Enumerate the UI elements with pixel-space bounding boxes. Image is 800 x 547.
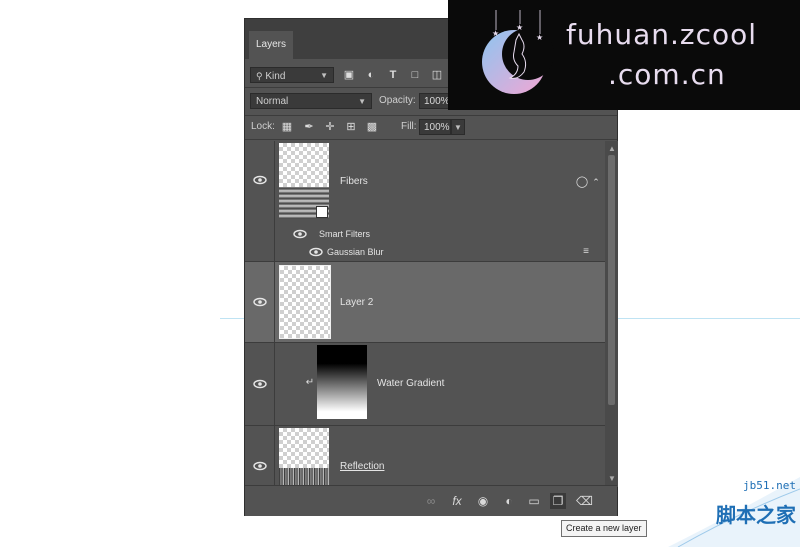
visibility-column [245, 141, 275, 225]
layer-row-layer-2[interactable]: Layer 2 [245, 262, 605, 342]
divider [245, 139, 617, 140]
blend-mode-dropdown[interactable]: Normal ▼ [250, 93, 372, 109]
layer-name: Layer 2 [340, 297, 374, 308]
layer-thumbnail [279, 428, 329, 487]
eye-icon[interactable] [253, 379, 267, 389]
clipping-mask-arrow-icon: ↵ [305, 377, 315, 388]
adjustment-layer-icon[interactable]: ◐ [501, 493, 517, 509]
link-layers-icon[interactable]: ∞ [423, 493, 439, 509]
opacity-field[interactable]: 100% [419, 93, 450, 109]
new-layer-icon[interactable]: ❐ [550, 493, 566, 509]
filter-row-gaussian-blur[interactable]: Gaussian Blur ≡ [245, 243, 605, 261]
lock-artboard-icon[interactable]: ⊞ [344, 119, 358, 135]
layers-list: Fibers ◯ ⌃ Smart Filters Gaussian Blur ≡… [245, 141, 605, 487]
visibility-column [245, 243, 275, 261]
watermark-banner: ★ ★ ★ fuhuan.zcool .com.cn [448, 0, 800, 110]
layer-thumbnail [279, 143, 329, 219]
layer-name: Reflection [340, 461, 385, 472]
eye-icon[interactable] [253, 297, 267, 307]
visibility-column [245, 426, 275, 487]
eye-icon[interactable] [293, 229, 307, 239]
chevron-down-icon: ▼ [358, 97, 366, 106]
fill-label: Fill: [401, 121, 417, 132]
tab-layers[interactable]: Layers [249, 31, 293, 59]
filter-kind-label: Kind [265, 71, 286, 82]
tooltip: Create a new layer [561, 520, 647, 537]
panel-bottom-bar: ∞ fx ◉ ◐ ▭ ❐ ⌫ [245, 485, 617, 516]
visibility-column [245, 343, 275, 425]
layers-scrollbar[interactable]: ▲ ▼ [605, 141, 618, 487]
eye-icon[interactable] [253, 461, 267, 471]
smart-object-badge-icon [316, 206, 328, 218]
smart-filters-row[interactable]: Smart Filters [245, 225, 605, 243]
svg-text:★: ★ [516, 23, 523, 32]
fill-dropdown-button[interactable]: ▼ [451, 119, 465, 135]
image-filter-icon[interactable]: ▣ [342, 67, 356, 83]
filter-kind-dropdown[interactable]: ⚲ Kind ▼ [250, 67, 334, 83]
watermark-line-1: fuhuan.zcool [566, 18, 758, 51]
filter-blending-options-icon[interactable]: ≡ [579, 244, 593, 260]
chevron-down-icon: ▼ [454, 123, 462, 132]
search-icon: ⚲ [256, 71, 263, 81]
shape-filter-icon[interactable]: □ [408, 67, 422, 83]
layer-mask-icon[interactable]: ◉ [475, 493, 491, 509]
group-folder-icon[interactable]: ▭ [526, 493, 542, 509]
layer-row-reflection[interactable]: Reflection [245, 426, 605, 487]
svg-text:★: ★ [492, 29, 499, 38]
lock-image-icon[interactable]: ✒ [302, 119, 316, 135]
lock-transparent-icon[interactable]: ▦ [280, 119, 294, 135]
divider [245, 115, 617, 116]
svg-text:★: ★ [536, 33, 543, 42]
watermark-line-2: .com.cn [608, 58, 726, 91]
fill-field[interactable]: 100% [419, 119, 451, 135]
trash-icon[interactable]: ⌫ [576, 493, 593, 509]
chevron-up-icon[interactable]: ⌃ [589, 174, 603, 190]
watermark-site: jb51.net [743, 479, 796, 492]
scrollbar-thumb[interactable] [608, 155, 615, 405]
eye-icon[interactable] [253, 175, 267, 185]
layer-row-fibers[interactable]: Fibers ◯ ⌃ [245, 141, 605, 225]
layer-name: Fibers [340, 176, 368, 187]
type-filter-icon[interactable]: T [386, 67, 400, 83]
filter-name: Gaussian Blur [327, 247, 384, 257]
fx-icon[interactable]: fx [449, 493, 465, 509]
adjustment-filter-icon[interactable]: ◐ [364, 67, 378, 83]
cat-moon-logo-icon: ★ ★ ★ [482, 10, 554, 94]
layer-thumbnail [279, 265, 331, 339]
opacity-label: Opacity: [379, 95, 416, 106]
lock-all-icon[interactable]: ▩ [365, 119, 379, 135]
layer-name: Water Gradient [377, 378, 445, 389]
blend-mode-value: Normal [256, 96, 289, 107]
lock-row: Lock: ▦ ✒ ✛ ⊞ ▩ Fill: 100% ▼ [245, 117, 617, 137]
visibility-column [245, 225, 275, 243]
layer-row-water-gradient[interactable]: ↵ Water Gradient [245, 343, 605, 425]
lock-label: Lock: [251, 121, 275, 132]
smart-filters-label: Smart Filters [319, 229, 371, 239]
chevron-down-icon: ▼ [320, 71, 328, 80]
watermark-cn: 脚本之家 [716, 503, 796, 527]
jb51-watermark: jb51.net 脚本之家 [668, 477, 800, 547]
layer-thumbnail [317, 345, 367, 419]
smart-filter-indicator-icon: ◯ [575, 176, 589, 188]
eye-icon[interactable] [309, 247, 323, 257]
smart-object-filter-icon[interactable]: ◫ [430, 67, 444, 83]
lock-position-icon[interactable]: ✛ [323, 119, 337, 135]
visibility-column [245, 262, 275, 342]
